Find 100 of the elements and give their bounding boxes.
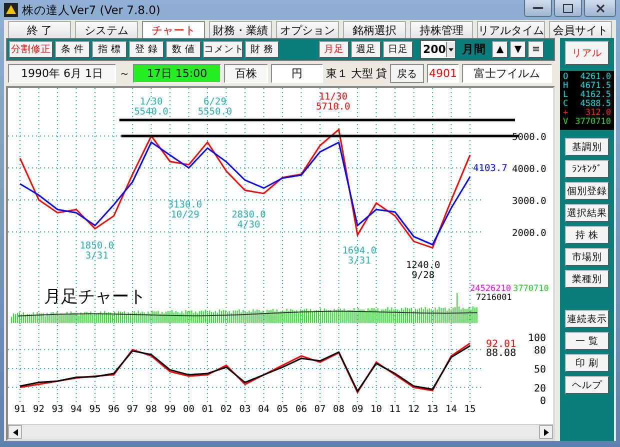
toolbar-button[interactable]: 数 値 [166, 41, 201, 58]
volume-reading: 24526210 [470, 284, 511, 294]
side-button[interactable]: 基調別 [565, 138, 609, 156]
scroll-left-button[interactable] [8, 425, 22, 439]
minimize-button[interactable] [524, 0, 552, 17]
axis-label: 93 [52, 404, 64, 415]
period-button[interactable]: 日足 [383, 41, 413, 58]
time-field: 17日 15:00 [133, 64, 221, 83]
price-annotation: 11/30 [318, 91, 348, 102]
maximize-button[interactable] [554, 0, 582, 17]
axis-label: 95 [89, 404, 101, 415]
price-annotation: 10/29 [170, 210, 200, 221]
price-annotation: 1240.0 [406, 260, 440, 272]
side-button[interactable]: 業種別 [565, 270, 609, 288]
quote-value: 312.0 [585, 109, 611, 118]
oscillator-reading: 88.08 [486, 348, 516, 359]
side-button[interactable]: 一 覧 [565, 332, 609, 350]
count-dropdown[interactable]: 200 [420, 40, 456, 59]
axis-label: 50 [534, 364, 546, 376]
period-button[interactable]: 週足 [351, 41, 381, 58]
price-annotation: 5710.0 [316, 101, 350, 112]
close-button[interactable] [584, 0, 616, 17]
quote-value: 4162.5 [580, 91, 611, 100]
axis-label: 92 [33, 404, 44, 415]
price-annotation: 3130.0 [168, 200, 202, 211]
menu-tab[interactable]: リアルタイム [477, 21, 545, 38]
side-button[interactable]: 個別登録 [565, 182, 609, 200]
currency-dropdown[interactable]: 円 [271, 64, 323, 83]
axis-label: 03 [239, 404, 251, 415]
menu-tab[interactable]: システム [75, 21, 138, 38]
volume-reading: 7216001 [476, 293, 512, 303]
side-button[interactable]: 連続表示 [565, 310, 609, 328]
toolbar-button[interactable]: 登 録 [129, 41, 164, 58]
right-arrow-icon [544, 428, 548, 436]
price-reading: 4103.7 [473, 162, 508, 174]
quote-key: H [563, 82, 568, 91]
axis-label: 91 [14, 404, 26, 415]
price-annotation: 4/30 [237, 219, 260, 230]
app-icon [4, 3, 18, 17]
stock-code-field[interactable]: 4901 [427, 64, 459, 83]
price-annotation: 1/30 [140, 96, 163, 108]
axis-label: 4000.0 [512, 164, 546, 175]
menu-tab[interactable]: チャート [142, 21, 205, 38]
menu-tab[interactable]: 終 了 [8, 21, 71, 38]
axis-label: 07 [314, 404, 326, 415]
period-button[interactable]: 月足 [319, 41, 349, 58]
menu-tab[interactable]: 銘柄選択 [343, 21, 406, 38]
axis-label: 80 [534, 346, 546, 357]
menu-tab[interactable]: 財務・業績 [209, 21, 272, 38]
axis-label: 100 [528, 333, 546, 344]
axis-label: 09 [352, 404, 364, 415]
price-annotation: 6/29 [204, 96, 226, 108]
maximize-icon [563, 4, 573, 12]
axis-label: 10 [370, 404, 382, 415]
toolbar-button[interactable]: 条 件 [55, 41, 90, 58]
side-button[interactable]: 持 株 [565, 226, 609, 244]
side-button[interactable]: 印 刷 [565, 354, 609, 372]
scroll-right-button[interactable] [539, 425, 553, 439]
price-annotation: 2830.0 [232, 209, 266, 220]
menu-icon[interactable]: ≡ [528, 41, 544, 58]
price-annotation: 9/28 [412, 270, 435, 282]
start-date-field[interactable]: 1990年 6月 1日 [8, 64, 116, 83]
axis-label: 0 [540, 396, 546, 407]
side-button[interactable]: ヘルプ [565, 376, 609, 394]
left-arrow-icon [12, 428, 18, 436]
toolbar-button[interactable]: 指 標 [92, 41, 127, 58]
side-button[interactable]: ﾗﾝｷﾝｸﾞ [565, 160, 609, 178]
quote-value: 3770710 [575, 118, 611, 127]
axis-label: 08 [333, 404, 344, 415]
range-separator: ～ [119, 66, 130, 81]
axis-label: 20 [534, 383, 546, 394]
price-annotation: 1850.0 [80, 240, 114, 252]
quote-key: C [563, 100, 568, 109]
axis-label: 96 [108, 404, 120, 415]
axis-label: 12 [408, 404, 420, 415]
axis-label: 04 [258, 404, 270, 415]
menu-tab[interactable]: 会員サイト [549, 21, 612, 38]
market-label: 東１ [326, 66, 348, 81]
axis-label: 14 [446, 404, 457, 415]
side-button[interactable]: 選択結果 [565, 204, 609, 222]
toolbar-button[interactable]: 財 務 [245, 41, 279, 58]
side-button[interactable]: 市場別 [565, 248, 609, 266]
axis-label: 06 [296, 404, 307, 415]
quote-key: + [563, 109, 568, 118]
menu-tab[interactable]: 持株管理 [410, 21, 473, 38]
axis-label: 05 [276, 404, 288, 415]
menu-tab[interactable]: オプション [276, 21, 339, 38]
scrollbar[interactable] [8, 424, 553, 439]
axis-label: 00 [183, 404, 194, 415]
quote-value: 4588.5 [580, 100, 611, 109]
axis-label: 99 [164, 404, 176, 415]
real-button[interactable]: リアル [565, 41, 609, 65]
back-button[interactable]: 戻る [390, 64, 424, 83]
toolbar-button[interactable]: コメント [203, 41, 243, 58]
quote-key: V [563, 118, 568, 127]
price-annotation: 1694.0 [342, 246, 377, 257]
axis-label: 13 [426, 404, 438, 415]
quote-key: O [563, 73, 568, 82]
axis-label: 97 [126, 404, 138, 415]
toolbar-button[interactable]: 分割修正 [9, 41, 53, 58]
